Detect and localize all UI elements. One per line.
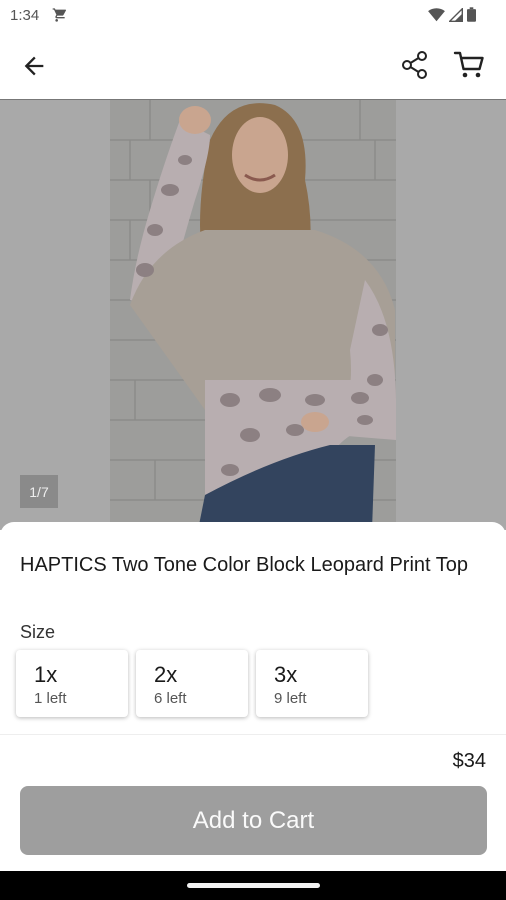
size-option-3x[interactable]: 3x 9 left: [256, 650, 368, 717]
add-to-cart-button[interactable]: Add to Cart: [20, 786, 487, 855]
stock-count: 9 left: [274, 690, 307, 707]
product-price: $34: [452, 750, 486, 772]
size-value: 3x: [274, 662, 298, 687]
stock-count: 6 left: [154, 690, 187, 707]
share-icon[interactable]: [400, 50, 430, 80]
size-value: 1x: [34, 662, 58, 687]
battery-icon: [467, 7, 476, 27]
shopping-cart-notification-icon: [52, 7, 68, 28]
wifi-icon: [428, 7, 445, 27]
cart-icon[interactable]: [453, 50, 485, 80]
size-options: 1x 1 left 2x 6 left 3x 9 left: [16, 650, 368, 717]
product-photo: [110, 100, 396, 530]
image-counter: 1/7: [20, 475, 58, 508]
product-image-gallery[interactable]: 1/7: [0, 100, 506, 530]
divider: [0, 734, 506, 735]
signal-icon: [448, 6, 463, 27]
size-option-1x[interactable]: 1x 1 left: [16, 650, 128, 717]
size-option-2x[interactable]: 2x 6 left: [136, 650, 248, 717]
product-title: HAPTICS Two Tone Color Block Leopard Pri…: [20, 554, 469, 576]
top-app-bar: [0, 32, 506, 100]
size-label: Size: [20, 622, 56, 642]
product-details-sheet: HAPTICS Two Tone Color Block Leopard Pri…: [0, 522, 506, 871]
status-bar: 1:34: [0, 0, 506, 32]
system-navigation-bar: [0, 871, 506, 900]
home-gesture-handle[interactable]: [187, 883, 320, 888]
size-value: 2x: [154, 662, 178, 687]
status-time: 1:34: [10, 7, 40, 24]
back-arrow-icon[interactable]: [20, 52, 48, 80]
stock-count: 1 left: [34, 690, 67, 707]
